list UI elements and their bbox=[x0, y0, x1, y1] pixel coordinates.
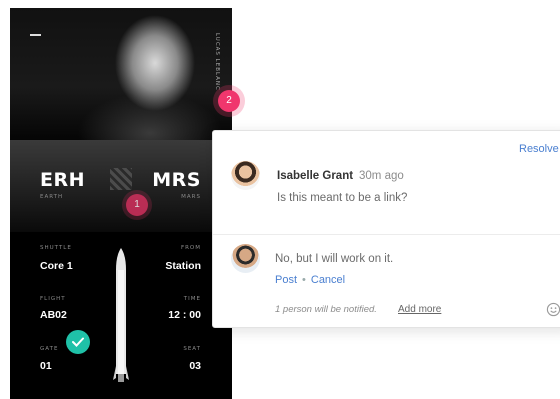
notify-text: 1 person will be notified. bbox=[275, 304, 377, 315]
seat-value: 03 bbox=[189, 360, 201, 372]
comment-thread-card: Resolve Isabelle Grant 30m ago Is this m… bbox=[212, 130, 560, 328]
current-user-avatar bbox=[231, 244, 260, 273]
comment-marker-2[interactable]: 2 bbox=[218, 90, 240, 112]
portrait-photo bbox=[10, 8, 232, 140]
cancel-button[interactable]: Cancel bbox=[311, 274, 345, 286]
design-canvas: LUCAS LEBLANC ERH EARTH MRS MARS SHUTTLE… bbox=[0, 0, 560, 399]
separator: • bbox=[302, 274, 306, 286]
menu-icon[interactable] bbox=[30, 34, 41, 36]
comment-text: Is this meant to be a link? bbox=[277, 192, 408, 204]
gate-value: 01 bbox=[40, 360, 52, 372]
avatar bbox=[231, 161, 260, 190]
resolve-button[interactable]: Resolve bbox=[519, 143, 559, 155]
destination-name: MARS bbox=[181, 194, 201, 200]
from-value: Station bbox=[165, 260, 201, 272]
resolved-comment-marker[interactable] bbox=[66, 330, 90, 354]
reply-actions: Post • Cancel bbox=[275, 274, 345, 286]
post-button[interactable]: Post bbox=[275, 274, 297, 286]
route-pattern bbox=[110, 168, 132, 190]
shuttle-label: SHUTTLE bbox=[40, 245, 72, 251]
shuttle-value: Core 1 bbox=[40, 260, 73, 272]
from-label: FROM bbox=[180, 245, 201, 251]
destination-code: MRS bbox=[152, 169, 201, 191]
time-label: TIME bbox=[183, 296, 201, 302]
check-icon bbox=[72, 337, 84, 347]
reply-input[interactable]: No, but I will work on it. bbox=[275, 253, 393, 265]
boarding-pass-design: LUCAS LEBLANC ERH EARTH MRS MARS SHUTTLE… bbox=[10, 8, 232, 399]
flight-value: AB02 bbox=[40, 309, 67, 321]
comment-timestamp: 30m ago bbox=[359, 170, 404, 182]
flight-label: FLIGHT bbox=[40, 296, 66, 302]
comment-marker-1[interactable]: 1 bbox=[126, 194, 148, 216]
rocket-illustration bbox=[113, 248, 129, 382]
emoji-icon[interactable] bbox=[546, 302, 560, 317]
time-value: 12 : 00 bbox=[168, 309, 201, 321]
origin-name: EARTH bbox=[40, 194, 64, 200]
photo-credit: LUCAS LEBLANC bbox=[214, 33, 220, 91]
add-more-link[interactable]: Add more bbox=[398, 304, 441, 315]
divider bbox=[213, 234, 560, 235]
origin-code: ERH bbox=[40, 169, 86, 191]
comment-author: Isabelle Grant bbox=[277, 170, 354, 182]
gate-label: GATE bbox=[40, 346, 59, 352]
seat-label: SEAT bbox=[183, 346, 201, 352]
